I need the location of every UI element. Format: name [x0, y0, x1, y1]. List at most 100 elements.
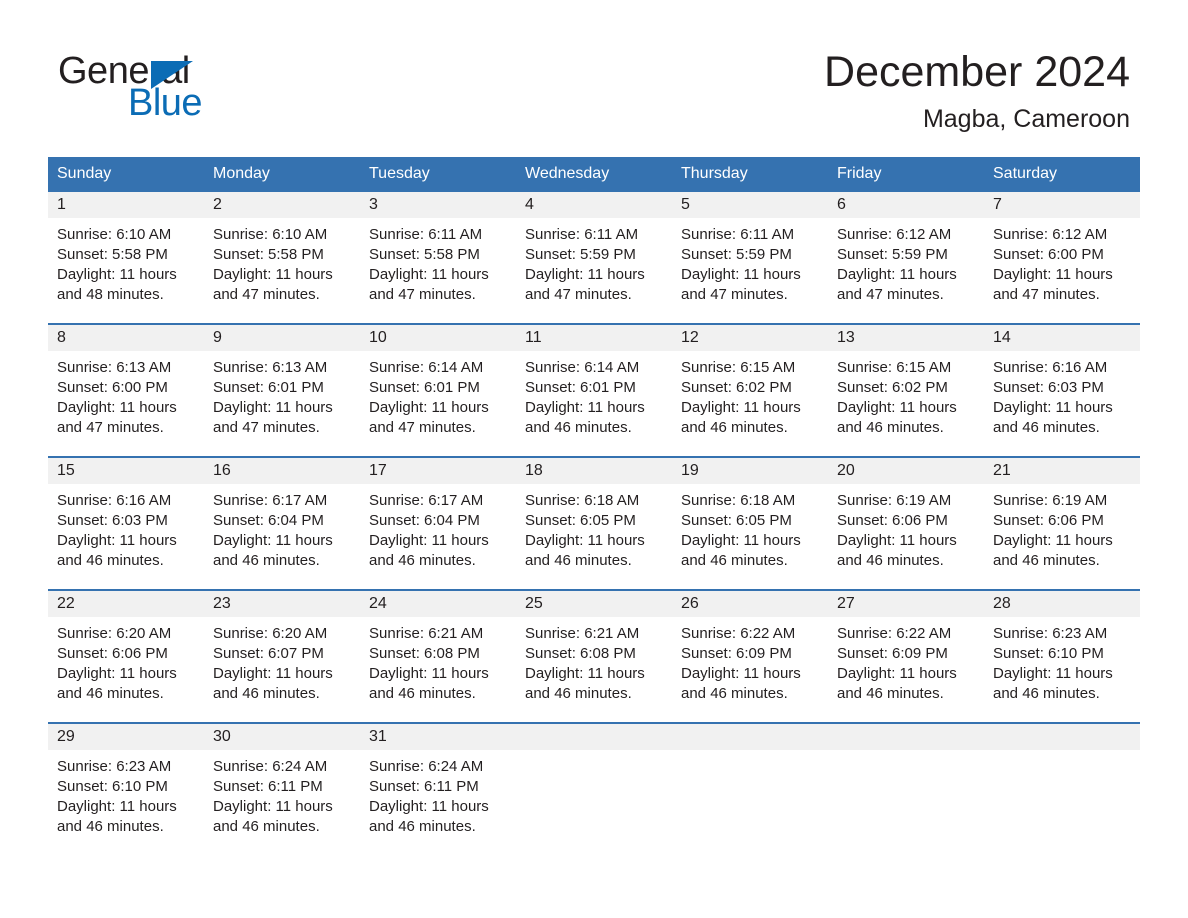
calendar-week-row: 15 Sunrise: 6:16 AM Sunset: 6:03 PM Dayligh…	[48, 456, 1140, 589]
calendar-day-cell[interactable]: 24 Sunrise: 6:21 AM Sunset: 6:08 PM Dayligh…	[360, 591, 516, 722]
calendar-day-cell[interactable]: 13 Sunrise: 6:15 AM Sunset: 6:02 PM Dayligh…	[828, 325, 984, 456]
sunset-text: Sunset: 5:58 PM	[369, 246, 480, 263]
calendar-day-cell[interactable]: 31 Sunrise: 6:24 AM Sunset: 6:11 PM Dayligh…	[360, 724, 516, 855]
calendar-day-cell[interactable]: 6 Sunrise: 6:12 AM Sunset: 5:59 PM Daylight…	[828, 192, 984, 323]
sunrise-text: Sunrise: 6:16 AM	[57, 492, 172, 509]
day-number: 27	[828, 591, 984, 617]
calendar-day-cell[interactable]: 7 Sunrise: 6:12 AM Sunset: 6:00 PM Daylight…	[984, 192, 1140, 323]
sunset-text: Sunset: 6:09 PM	[681, 645, 792, 662]
calendar-day-cell[interactable]: 11 Sunrise: 6:14 AM Sunset: 6:01 PM Dayligh…	[516, 325, 672, 456]
calendar-day-cell[interactable]: 10 Sunrise: 6:14 AM Sunset: 6:01 PM Dayligh…	[360, 325, 516, 456]
sunset-text: Sunset: 6:03 PM	[57, 512, 168, 529]
daylight-text-line2: and 46 minutes.	[525, 685, 632, 702]
calendar-day-cell[interactable]: 25 Sunrise: 6:21 AM Sunset: 6:08 PM Dayligh…	[516, 591, 672, 722]
sunset-text: Sunset: 6:07 PM	[213, 645, 324, 662]
calendar-day-cell[interactable]: 17 Sunrise: 6:17 AM Sunset: 6:04 PM Dayligh…	[360, 458, 516, 589]
sunrise-text: Sunrise: 6:13 AM	[57, 359, 172, 376]
calendar-day-cell[interactable]: 30 Sunrise: 6:24 AM Sunset: 6:11 PM Dayligh…	[204, 724, 360, 855]
calendar-day-cell[interactable]: 3 Sunrise: 6:11 AM Sunset: 5:58 PM Daylight…	[360, 192, 516, 323]
daylight-text-line2: and 46 minutes.	[837, 552, 944, 569]
sunrise-text: Sunrise: 6:23 AM	[57, 758, 172, 775]
calendar-day-cell[interactable]: 21 Sunrise: 6:19 AM Sunset: 6:06 PM Dayligh…	[984, 458, 1140, 589]
calendar-day-cell[interactable]: 26 Sunrise: 6:22 AM Sunset: 6:09 PM Dayligh…	[672, 591, 828, 722]
weekday-header-tuesday: Tuesday	[369, 165, 430, 182]
calendar-day-cell[interactable]: 27 Sunrise: 6:22 AM Sunset: 6:09 PM Dayligh…	[828, 591, 984, 722]
calendar-day-cell[interactable]: 18 Sunrise: 6:18 AM Sunset: 6:05 PM Dayligh…	[516, 458, 672, 589]
calendar-day-cell[interactable]: 4 Sunrise: 6:11 AM Sunset: 5:59 PM Daylight…	[516, 192, 672, 323]
sunrise-text: Sunrise: 6:19 AM	[837, 492, 952, 509]
daylight-text-line1: Daylight: 11 hours	[369, 532, 489, 549]
calendar-day-cell[interactable]: 23 Sunrise: 6:20 AM Sunset: 6:07 PM Dayligh…	[204, 591, 360, 722]
calendar-day-cell[interactable]: 14 Sunrise: 6:16 AM Sunset: 6:03 PM Dayligh…	[984, 325, 1140, 456]
calendar-day-cell[interactable]: 29 Sunrise: 6:23 AM Sunset: 6:10 PM Dayligh…	[48, 724, 204, 855]
day-number: 13	[828, 325, 984, 351]
day-number: 31	[360, 724, 516, 750]
daylight-text-line1: Daylight: 11 hours	[681, 266, 801, 283]
sunset-text: Sunset: 6:01 PM	[369, 379, 480, 396]
daylight-text-line2: and 46 minutes.	[837, 419, 944, 436]
day-number: 5	[672, 192, 828, 218]
sunrise-text: Sunrise: 6:11 AM	[681, 226, 795, 243]
day-number: 15	[48, 458, 204, 484]
sunset-text: Sunset: 6:04 PM	[213, 512, 324, 529]
page-title: December 2024	[824, 48, 1130, 96]
calendar-grid: Sunday Monday Tuesday Wednesday Thursday…	[48, 157, 1140, 855]
daylight-text-line2: and 46 minutes.	[213, 685, 320, 702]
sunrise-text: Sunrise: 6:14 AM	[369, 359, 484, 376]
day-number: 2	[204, 192, 360, 218]
sunset-text: Sunset: 6:01 PM	[525, 379, 636, 396]
calendar-day-cell[interactable]: 28 Sunrise: 6:23 AM Sunset: 6:10 PM Dayligh…	[984, 591, 1140, 722]
daylight-text-line1: Daylight: 11 hours	[57, 399, 177, 416]
daylight-text-line2: and 46 minutes.	[681, 419, 788, 436]
sunset-text: Sunset: 6:03 PM	[993, 379, 1104, 396]
calendar-day-cell[interactable]: 19 Sunrise: 6:18 AM Sunset: 6:05 PM Dayligh…	[672, 458, 828, 589]
day-number: 23	[204, 591, 360, 617]
calendar-day-cell[interactable]: 16 Sunrise: 6:17 AM Sunset: 6:04 PM Dayligh…	[204, 458, 360, 589]
sunset-text: Sunset: 6:10 PM	[57, 778, 168, 795]
sunset-text: Sunset: 6:11 PM	[369, 778, 479, 795]
day-details: Sunrise: 6:24 AM Sunset: 6:11 PM Daylight:…	[360, 750, 516, 837]
calendar-day-cell[interactable]: 15 Sunrise: 6:16 AM Sunset: 6:03 PM Dayligh…	[48, 458, 204, 589]
day-details: Sunrise: 6:12 AM Sunset: 5:59 PM Daylight:…	[828, 218, 984, 305]
calendar-day-cell[interactable]: 5 Sunrise: 6:11 AM Sunset: 5:59 PM Daylight…	[672, 192, 828, 323]
day-details: Sunrise: 6:10 AM Sunset: 5:58 PM Daylight:…	[204, 218, 360, 305]
day-details: Sunrise: 6:11 AM Sunset: 5:59 PM Daylight:…	[672, 218, 828, 305]
day-details: Sunrise: 6:19 AM Sunset: 6:06 PM Daylight:…	[828, 484, 984, 571]
day-details: Sunrise: 6:22 AM Sunset: 6:09 PM Daylight:…	[828, 617, 984, 704]
daylight-text-line2: and 46 minutes.	[993, 419, 1100, 436]
day-number: 6	[828, 192, 984, 218]
daylight-text-line1: Daylight: 11 hours	[993, 399, 1113, 416]
daylight-text-line1: Daylight: 11 hours	[369, 399, 489, 416]
daylight-text-line1: Daylight: 11 hours	[369, 665, 489, 682]
day-number: 9	[204, 325, 360, 351]
daylight-text-line1: Daylight: 11 hours	[837, 665, 957, 682]
daylight-text-line1: Daylight: 11 hours	[993, 665, 1113, 682]
daylight-text-line1: Daylight: 11 hours	[525, 399, 645, 416]
daylight-text-line2: and 46 minutes.	[993, 685, 1100, 702]
generalblue-logo[interactable]: General Blue	[58, 52, 388, 132]
calendar-day-cell[interactable]: 8 Sunrise: 6:13 AM Sunset: 6:00 PM Daylight…	[48, 325, 204, 456]
daylight-text-line2: and 47 minutes.	[681, 286, 788, 303]
daylight-text-line1: Daylight: 11 hours	[213, 532, 333, 549]
page-subtitle: Magba, Cameroon	[922, 105, 1130, 134]
day-number: 28	[984, 591, 1140, 617]
calendar-day-cell[interactable]: 2 Sunrise: 6:10 AM Sunset: 5:58 PM Daylight…	[204, 192, 360, 323]
calendar-day-cell[interactable]: 9 Sunrise: 6:13 AM Sunset: 6:01 PM Daylight…	[204, 325, 360, 456]
calendar-day-cell[interactable]: 12 Sunrise: 6:15 AM Sunset: 6:02 PM Dayligh…	[672, 325, 828, 456]
weekday-header-thursday: Thursday	[681, 165, 748, 182]
day-number: 11	[516, 325, 672, 351]
sunrise-text: Sunrise: 6:18 AM	[525, 492, 640, 509]
day-number	[828, 724, 984, 750]
day-number: 19	[672, 458, 828, 484]
calendar-day-cell[interactable]: 1 Sunrise: 6:10 AM Sunset: 5:58 PM Daylight…	[48, 192, 204, 323]
day-details: Sunrise: 6:13 AM Sunset: 6:00 PM Daylight:…	[48, 351, 204, 438]
sunset-text: Sunset: 5:59 PM	[837, 246, 948, 263]
calendar-day-cell[interactable]: 22 Sunrise: 6:20 AM Sunset: 6:06 PM Dayligh…	[48, 591, 204, 722]
sunset-text: Sunset: 6:00 PM	[993, 246, 1104, 263]
calendar-day-cell[interactable]: 20 Sunrise: 6:19 AM Sunset: 6:06 PM Dayligh…	[828, 458, 984, 589]
sunrise-text: Sunrise: 6:17 AM	[213, 492, 328, 509]
daylight-text-line1: Daylight: 11 hours	[993, 532, 1113, 549]
daylight-text-line2: and 46 minutes.	[57, 818, 164, 835]
calendar-weeks: 1 Sunrise: 6:10 AM Sunset: 5:58 PM Daylight…	[48, 190, 1140, 855]
sunset-text: Sunset: 6:08 PM	[525, 645, 636, 662]
